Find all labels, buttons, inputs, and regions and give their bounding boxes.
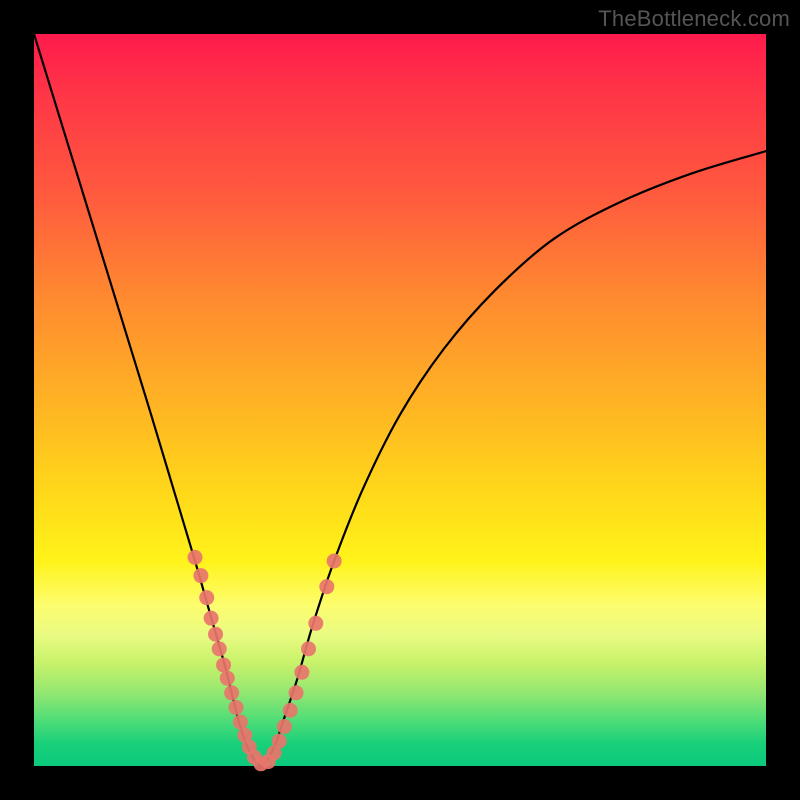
curve-path bbox=[34, 34, 766, 766]
chart-markers bbox=[188, 550, 342, 771]
marker-dot bbox=[199, 590, 214, 605]
marker-dot bbox=[294, 665, 309, 680]
marker-dot bbox=[204, 611, 219, 626]
chart-overlay bbox=[0, 0, 800, 800]
marker-dot bbox=[208, 627, 223, 642]
marker-dot bbox=[188, 550, 203, 565]
marker-dot bbox=[319, 579, 334, 594]
marker-dot bbox=[327, 554, 342, 569]
chart-curve bbox=[34, 34, 766, 766]
marker-dot bbox=[212, 641, 227, 656]
marker-dot bbox=[216, 657, 231, 672]
marker-dot bbox=[289, 685, 304, 700]
chart-frame: TheBottleneck.com bbox=[0, 0, 800, 800]
marker-dot bbox=[272, 734, 287, 749]
marker-dot bbox=[220, 671, 235, 686]
marker-dot bbox=[277, 719, 292, 734]
marker-dot bbox=[224, 685, 239, 700]
marker-dot bbox=[283, 703, 298, 718]
marker-dot bbox=[193, 568, 208, 583]
marker-dot bbox=[229, 700, 244, 715]
marker-dot bbox=[308, 616, 323, 631]
marker-dot bbox=[233, 715, 248, 730]
marker-dot bbox=[301, 641, 316, 656]
